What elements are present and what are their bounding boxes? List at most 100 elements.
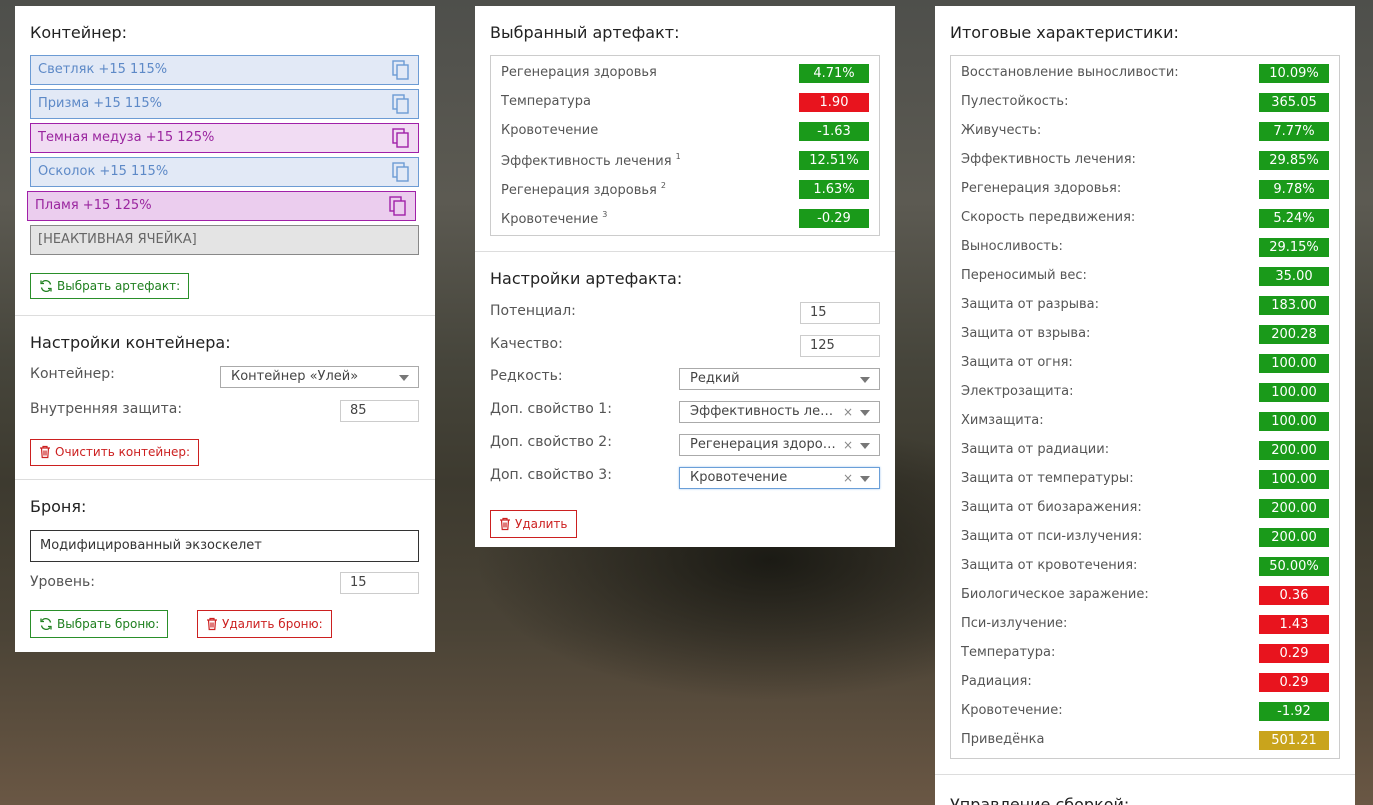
selected-artifact-title: Выбранный артефакт: <box>490 23 680 42</box>
stat-name: Защита от радиации: <box>961 442 1110 457</box>
choose-armor-label: Выбрать броню: <box>57 617 160 631</box>
total-stat-row: Переносимый вес: 35.00 <box>951 264 1339 293</box>
container-slot-2[interactable]: Призма +15 115% <box>30 89 419 119</box>
clear-icon[interactable]: × <box>843 402 853 422</box>
armor-section: Броня: Модифицированный экзоскелет Урове… <box>15 479 435 652</box>
container-type-select[interactable]: Контейнер «Улей» <box>220 366 419 388</box>
total-stat-row: Защита от кровотечения: 50.00% <box>951 554 1339 583</box>
stat-value: 100.00 <box>1259 383 1329 402</box>
slot-label: Светляк +15 115% <box>38 62 168 77</box>
container-slot-4[interactable]: Осколок +15 115% <box>30 157 419 187</box>
prop2-label: Доп. свойство 2: <box>490 434 612 450</box>
armor-level-input[interactable]: 15 <box>340 572 419 594</box>
slot-label: Темная медуза +15 125% <box>38 130 215 145</box>
stat-value: 200.00 <box>1259 528 1329 547</box>
clipboard-icon[interactable] <box>392 162 410 193</box>
stat-name: Пси-излучение: <box>961 616 1068 631</box>
armor-name-field[interactable]: Модифицированный экзоскелет <box>30 530 419 562</box>
choose-artifact-label: Выбрать артефакт: <box>57 279 181 293</box>
prop1-label: Доп. свойство 1: <box>490 401 612 417</box>
stat-value: 501.21 <box>1259 731 1329 750</box>
trash-icon <box>207 617 217 631</box>
slot-label: Призма +15 115% <box>38 96 163 111</box>
stat-name: Защита от пси-излучения: <box>961 529 1143 544</box>
delete-armor-label: Удалить броню: <box>222 617 323 631</box>
container-slot-5[interactable]: Пламя +15 125% <box>27 191 416 221</box>
clear-container-button[interactable]: Очистить контейнер: <box>30 439 200 466</box>
trash-icon <box>500 517 510 531</box>
stat-name: Защита от разрыва: <box>961 297 1099 312</box>
stat-name: Радиация: <box>961 674 1032 689</box>
clipboard-icon[interactable] <box>392 94 410 125</box>
artifact-settings-section: Настройки артефакта: Потенциал: 15 Качес… <box>475 251 895 547</box>
total-stat-row: Температура: 0.29 <box>951 641 1339 670</box>
chevron-down-icon <box>399 375 409 381</box>
delete-artifact-label: Удалить <box>515 517 568 531</box>
rarity-select[interactable]: Редкий <box>679 368 880 390</box>
clipboard-icon[interactable] <box>389 196 407 227</box>
stat-value: 5.24% <box>1259 209 1329 228</box>
choose-armor-button[interactable]: Выбрать броню: <box>30 610 169 638</box>
stat-value: 4.71% <box>799 64 869 83</box>
clipboard-icon[interactable] <box>392 128 410 159</box>
slot-label: [НЕАКТИВНАЯ ЯЧЕЙКА] <box>38 232 197 247</box>
clipboard-icon[interactable] <box>392 60 410 91</box>
stat-value: 183.00 <box>1259 296 1329 315</box>
potential-input[interactable]: 15 <box>800 302 880 324</box>
artifact-stat-row: Эффективность лечения 1 12.51% <box>491 148 879 177</box>
left-panel: Контейнер: Светляк +15 115% Призма +15 1… <box>15 6 435 652</box>
stat-value: 0.36 <box>1259 586 1329 605</box>
inner-protection-input[interactable]: 85 <box>340 400 419 422</box>
total-stat-row: Защита от биозаражения: 200.00 <box>951 496 1339 525</box>
choose-artifact-button[interactable]: Выбрать артефакт: <box>30 273 190 299</box>
total-stat-row: Пулестойкость: 365.05 <box>951 90 1339 119</box>
container-slot-1[interactable]: Светляк +15 115% <box>30 55 419 85</box>
prop2-select[interactable]: Регенерация здоровья × <box>679 434 880 456</box>
prop1-select[interactable]: Эффективность лечения × <box>679 401 880 423</box>
prop3-select[interactable]: Кровотечение × <box>679 467 880 489</box>
artifact-stat-row: Регенерация здоровья 4.71% <box>491 61 879 90</box>
chevron-down-icon <box>860 476 870 482</box>
total-stat-row: Живучесть: 7.77% <box>951 119 1339 148</box>
stat-name: Приведёнка <box>961 732 1045 747</box>
delete-armor-button[interactable]: Удалить броню: <box>197 610 332 638</box>
potential-label: Потенциал: <box>490 303 576 319</box>
total-stat-row: Защита от пси-излучения: 200.00 <box>951 525 1339 554</box>
total-stat-row: Приведёнка 501.21 <box>951 728 1339 757</box>
container-section: Контейнер: Светляк +15 115% Призма +15 1… <box>15 6 435 315</box>
total-stat-row: Восстановление выносливости: 10.09% <box>951 61 1339 90</box>
stat-name: Кровотечение <box>501 123 599 138</box>
stat-value: 0.29 <box>1259 644 1329 663</box>
stat-name: Защита от температуры: <box>961 471 1134 486</box>
total-stat-row: Защита от разрыва: 183.00 <box>951 293 1339 322</box>
totals-stats: Восстановление выносливости: 10.09% Пулест… <box>950 55 1340 759</box>
artifact-stat-row: Температура 1.90 <box>491 90 879 119</box>
clear-icon[interactable]: × <box>843 435 853 455</box>
total-stat-row: Выносливость: 29.15% <box>951 235 1339 264</box>
stat-name: Электрозащита: <box>961 384 1074 399</box>
trash-icon <box>40 445 50 459</box>
stat-name: Регенерация здоровья: <box>961 181 1122 196</box>
delete-artifact-button[interactable]: Удалить <box>490 510 577 538</box>
stat-name: Восстановление выносливости: <box>961 65 1179 80</box>
total-stat-row: Эффективность лечения: 29.85% <box>951 148 1339 177</box>
stat-value: 100.00 <box>1259 470 1329 489</box>
totals-section: Итоговые характеристики: Восстановление … <box>935 6 1355 774</box>
chevron-down-icon <box>860 443 870 449</box>
total-stat-row: Радиация: 0.29 <box>951 670 1339 699</box>
container-slot-3[interactable]: Темная медуза +15 125% <box>30 123 419 153</box>
total-stat-row: Защита от температуры: 100.00 <box>951 467 1339 496</box>
selected-artifact-stats: Регенерация здоровья 4.71% Температура 1… <box>490 55 880 236</box>
prop3-label: Доп. свойство 3: <box>490 467 612 483</box>
stat-value: 12.51% <box>799 151 869 170</box>
stat-name: Регенерация здоровья <box>501 65 657 80</box>
stat-name: Скорость передвижения: <box>961 210 1136 225</box>
totals-title: Итоговые характеристики: <box>950 23 1179 42</box>
clear-icon[interactable]: × <box>843 468 853 488</box>
quality-input[interactable]: 125 <box>800 335 880 357</box>
chevron-down-icon <box>860 410 870 416</box>
stat-name: Выносливость: <box>961 239 1063 254</box>
total-stat-row: Защита от взрыва: 200.28 <box>951 322 1339 351</box>
middle-panel: Выбранный артефакт: Регенерация здоровья… <box>475 6 895 547</box>
selected-artifact-section: Выбранный артефакт: Регенерация здоровья… <box>475 6 895 251</box>
